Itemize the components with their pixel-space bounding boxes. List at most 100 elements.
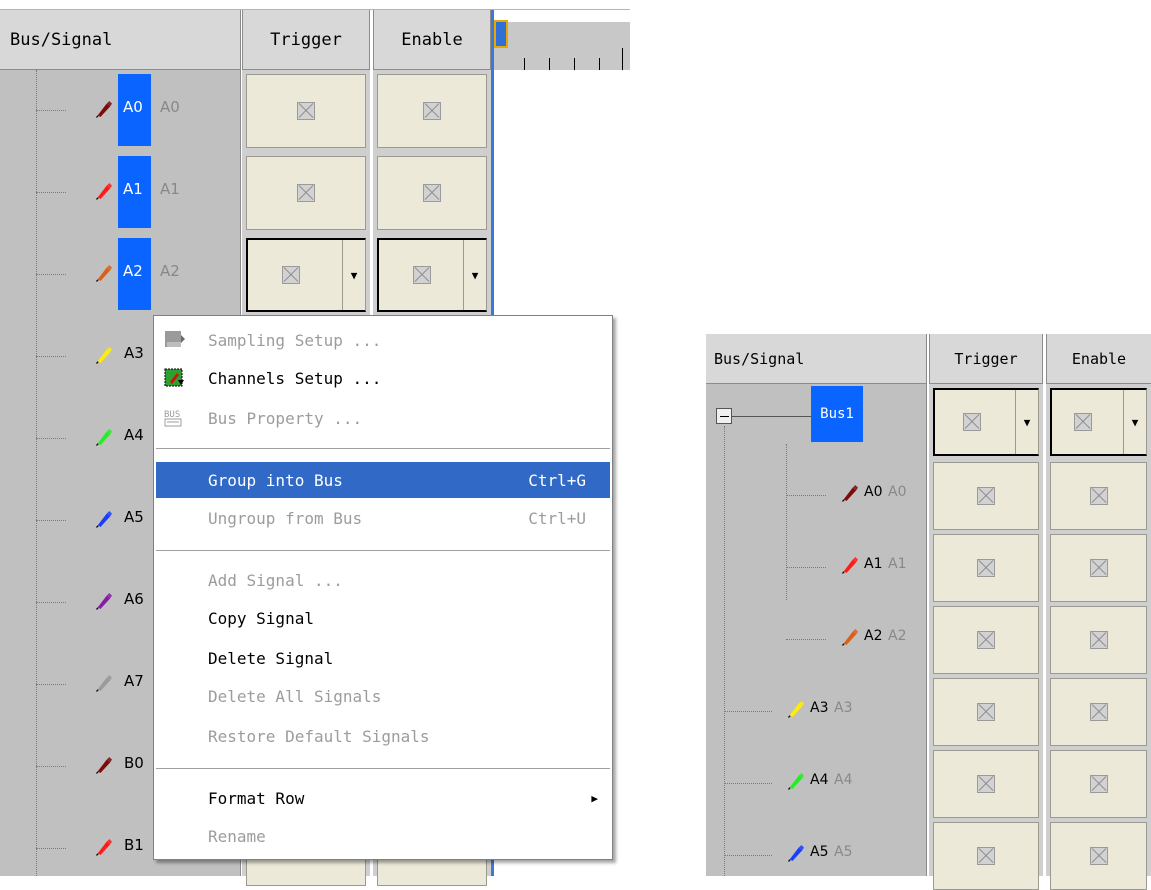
signal-name: A5: [810, 844, 829, 860]
signal-name: A2: [123, 262, 143, 280]
header-bus-signal[interactable]: Bus/Signal: [706, 334, 926, 384]
dropdown-arrow-icon[interactable]: ▼: [1015, 390, 1038, 454]
probe-icon: [842, 557, 858, 574]
condition-dontcare-icon: [413, 266, 431, 284]
probe-icon: [96, 675, 112, 692]
condition-dontcare-icon: [1089, 775, 1108, 793]
signal-alias: A2: [888, 628, 907, 644]
signal-name: A0: [123, 98, 143, 116]
probe-icon: [788, 773, 804, 790]
enable-cell-a5[interactable]: [1050, 822, 1147, 890]
trigger-cell-a1[interactable]: [933, 534, 1039, 602]
trigger-cell-a0[interactable]: [933, 462, 1039, 530]
probe-icon: [96, 839, 112, 856]
enable-cell-a2[interactable]: ▼: [377, 238, 487, 312]
condition-dontcare-icon: [963, 413, 981, 431]
trigger-cell-a4[interactable]: [933, 750, 1039, 818]
enable-cell-a3[interactable]: [1050, 678, 1147, 746]
menu-item-rename[interactable]: Rename: [156, 818, 610, 854]
probe-icon: [96, 593, 112, 610]
signal-alias: A4: [834, 772, 853, 788]
submenu-arrow-icon: ▶: [591, 791, 598, 805]
trigger-cell-a5[interactable]: [933, 822, 1039, 890]
menu-label: Group into Bus: [208, 470, 343, 490]
signal-name: A4: [124, 426, 144, 444]
menu-item-copy-signal[interactable]: Copy Signal: [156, 600, 610, 636]
bus-name[interactable]: Bus1: [811, 386, 863, 442]
enable-cell-a2[interactable]: [1050, 606, 1147, 674]
header-bus-signal[interactable]: Bus/Signal: [0, 10, 240, 70]
condition-dontcare-icon: [977, 847, 995, 865]
header-enable[interactable]: Enable: [373, 10, 491, 70]
channels-icon: [164, 368, 186, 388]
bus-row-bus1[interactable]: Bus1: [706, 386, 926, 456]
menu-item-restore-default-signals[interactable]: Restore Default Signals: [156, 718, 610, 754]
menu-shortcut: Ctrl+U: [528, 508, 586, 528]
signal-row-a0[interactable]: A0 A0: [706, 460, 926, 530]
trigger-column: Trigger ▼: [929, 334, 1043, 890]
menu-label: Delete Signal: [208, 648, 334, 668]
menu-item-add-signal[interactable]: Add Signal ...: [156, 562, 610, 598]
menu-item-sampling-setup[interactable]: Sampling Setup ...: [156, 322, 610, 358]
dropdown-arrow-icon[interactable]: ▼: [463, 240, 486, 310]
enable-cell-a4[interactable]: [1050, 750, 1147, 818]
trigger-cell-bus1[interactable]: ▼: [933, 388, 1039, 456]
trigger-cell-a1[interactable]: [246, 156, 366, 230]
probe-icon: [96, 429, 112, 446]
enable-cell-a1[interactable]: [377, 156, 487, 230]
menu-item-ungroup-from-bus[interactable]: Ungroup from Bus Ctrl+U: [156, 500, 610, 536]
condition-dontcare-icon: [1089, 631, 1108, 649]
cursor-marker-icon[interactable]: [494, 20, 508, 48]
probe-icon: [96, 101, 112, 118]
menu-item-channels-setup[interactable]: Channels Setup ...: [156, 360, 610, 396]
signal-name: A6: [124, 590, 144, 608]
signal-row-a0[interactable]: A0 A0: [0, 72, 240, 148]
menu-shortcut: Ctrl+G: [528, 470, 586, 490]
menu-label: Copy Signal: [208, 608, 314, 628]
probe-icon: [96, 347, 112, 364]
condition-dontcare-icon: [977, 703, 995, 721]
enable-cell-a0[interactable]: [1050, 462, 1147, 530]
signal-row-a1[interactable]: A1 A1: [0, 154, 240, 230]
signal-row-a5[interactable]: A5 A5: [706, 820, 926, 890]
signal-name: A5: [124, 508, 144, 526]
menu-label: Restore Default Signals: [208, 726, 430, 746]
menu-separator: [156, 768, 610, 770]
collapse-icon[interactable]: [716, 408, 732, 424]
timeline-ruler[interactable]: [494, 10, 630, 70]
signal-row-a2[interactable]: A2 A2: [0, 236, 240, 312]
menu-item-bus-property[interactable]: BUS Bus Property ...: [156, 400, 610, 436]
dropdown-arrow-icon[interactable]: ▼: [1123, 390, 1146, 454]
signal-name: A2: [864, 628, 883, 644]
signal-row-a3[interactable]: A3 A3: [706, 676, 926, 746]
signal-row-a4[interactable]: A4 A4: [706, 748, 926, 818]
trigger-cell-a2[interactable]: ▼: [246, 238, 366, 312]
menu-label: Bus Property ...: [208, 408, 363, 428]
header-trigger[interactable]: Trigger: [242, 10, 370, 70]
menu-item-delete-signal[interactable]: Delete Signal: [156, 640, 610, 676]
bus-icon: BUS: [164, 408, 186, 428]
probe-icon: [96, 511, 112, 528]
condition-dontcare-icon: [297, 102, 315, 120]
signal-column: Bus/Signal Bus1 A0 A0 A1 A1 A2 A2 A3 A3 A4 A4 A5 A5: [706, 334, 927, 876]
trigger-cell-a2[interactable]: [933, 606, 1039, 674]
signal-name: A1: [123, 180, 143, 198]
enable-cell-bus1[interactable]: ▼: [1050, 388, 1147, 456]
enable-cell-a0[interactable]: [377, 74, 487, 148]
header-trigger[interactable]: Trigger: [929, 334, 1043, 384]
dropdown-arrow-icon[interactable]: ▼: [342, 240, 365, 310]
header-enable[interactable]: Enable: [1046, 334, 1151, 384]
signal-alias: A0: [160, 98, 180, 116]
enable-column: Enable ▼: [1046, 334, 1151, 890]
trigger-cell-a3[interactable]: [933, 678, 1039, 746]
probe-icon: [96, 757, 112, 774]
signal-row-a2[interactable]: A2 A2: [706, 604, 926, 674]
menu-item-format-row[interactable]: Format Row ▶: [156, 780, 610, 816]
menu-item-delete-all-signals[interactable]: Delete All Signals: [156, 678, 610, 714]
condition-dontcare-icon: [423, 184, 441, 202]
menu-item-group-into-bus[interactable]: Group into Bus Ctrl+G: [156, 462, 610, 498]
menu-label: Ungroup from Bus: [208, 508, 363, 528]
enable-cell-a1[interactable]: [1050, 534, 1147, 602]
trigger-cell-a0[interactable]: [246, 74, 366, 148]
signal-row-a1[interactable]: A1 A1: [706, 532, 926, 602]
